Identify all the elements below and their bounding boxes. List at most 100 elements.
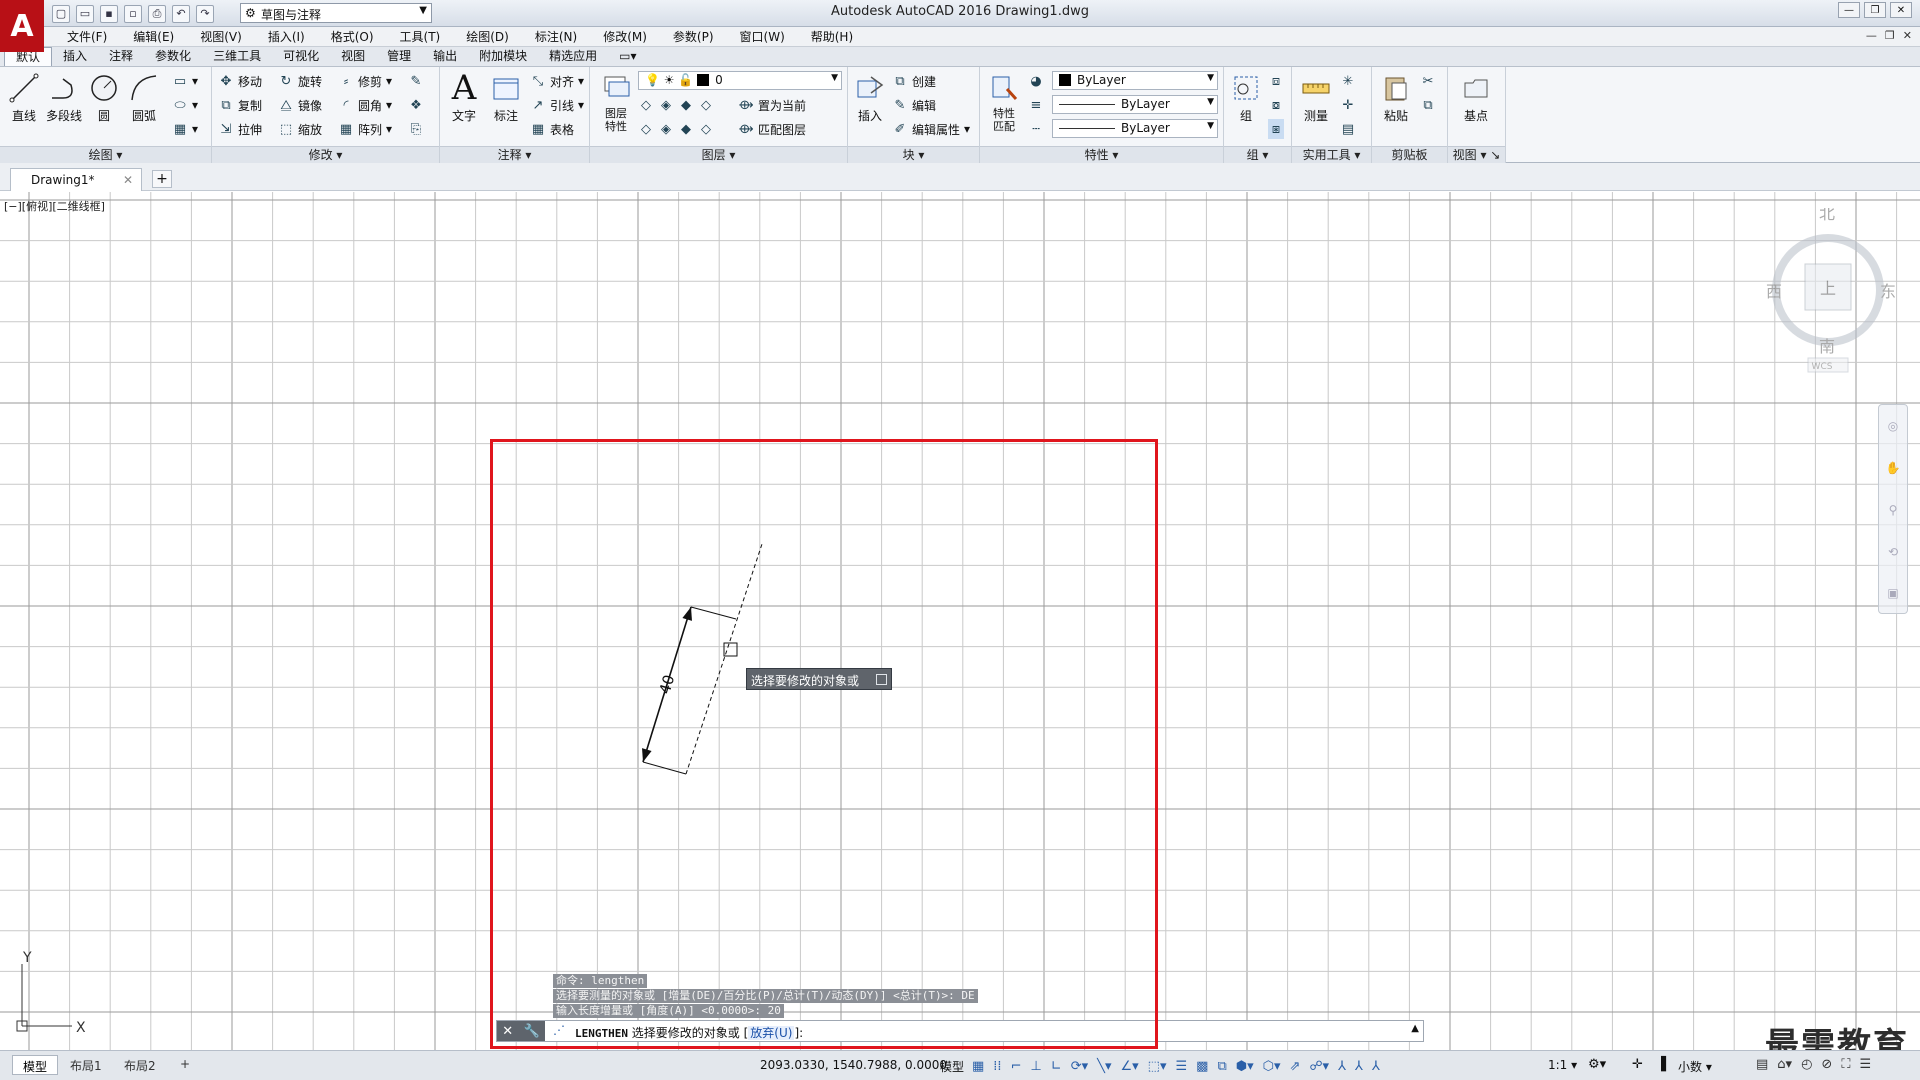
menu-window[interactable]: 窗口(W) <box>727 28 798 45</box>
tab-view[interactable]: 视图 <box>330 47 376 66</box>
dynamic-input-icon[interactable]: ⊥ <box>1030 1059 1041 1074</box>
text-button[interactable]: A 文字 <box>442 68 486 124</box>
panel-view-title[interactable]: 视图 ▾ ↘ <box>1448 146 1505 163</box>
application-menu-button[interactable]: A <box>0 0 44 52</box>
pan-icon[interactable]: ✋ <box>1879 447 1907 489</box>
doc-close-icon[interactable]: ✕ <box>1903 29 1912 42</box>
tab-featured-apps[interactable]: 精选应用 <box>538 47 608 66</box>
lineweight-toggle-icon[interactable]: ☰ <box>1175 1059 1187 1074</box>
compass-north[interactable]: 北 <box>1819 204 1835 223</box>
base-view-button[interactable]: 基点 <box>1454 71 1498 124</box>
menu-draw[interactable]: 绘图(D) <box>453 28 522 45</box>
zoom-icon[interactable]: ⚲ <box>1879 489 1907 531</box>
explode-button[interactable]: ❖ <box>408 95 424 115</box>
close-button[interactable]: ✕ <box>1890 2 1912 18</box>
panel-clipboard-title[interactable]: 剪贴板 <box>1372 146 1447 163</box>
save-as-icon[interactable]: ▫ <box>124 4 142 23</box>
offset-button[interactable]: ⎘ <box>408 119 424 139</box>
erase-button[interactable]: ✎ <box>408 71 424 91</box>
tab-insert[interactable]: 插入 <box>52 47 98 66</box>
compass-east[interactable]: 东 <box>1880 282 1896 301</box>
copy-button[interactable]: ⧉ 复制 <box>218 95 262 115</box>
isolate-objects-icon[interactable]: ◴ <box>1801 1057 1812 1072</box>
redo-icon[interactable]: ↷ <box>196 4 214 23</box>
layer-isolate-icon[interactable]: ◈ <box>658 97 674 113</box>
infer-constraints-icon[interactable]: ⌐ <box>1011 1059 1022 1074</box>
tab-addins[interactable]: 附加模块 <box>468 47 538 66</box>
menu-edit[interactable]: 编辑(E) <box>120 28 187 45</box>
undo-icon[interactable]: ↶ <box>172 4 190 23</box>
hardware-acceleration-icon[interactable]: ⊘ <box>1821 1057 1832 1072</box>
group-button[interactable]: 组 <box>1224 71 1268 124</box>
lineweight-icon-button[interactable]: ≡ <box>1028 95 1044 115</box>
clean-screen-icon[interactable]: ⛶ <box>1841 1057 1850 1072</box>
snap-icon[interactable]: ⁞⁞ <box>993 1059 1001 1074</box>
tab-visualize[interactable]: 可视化 <box>272 47 330 66</box>
polyline-button[interactable]: 多段线 <box>42 71 86 124</box>
copy-clip-button[interactable]: ⧉ <box>1420 95 1436 115</box>
linetype-dropdown[interactable]: ByLayer ▼ <box>1052 119 1218 138</box>
layer-walk-icon[interactable]: ◇ <box>698 121 714 137</box>
navigation-bar[interactable]: ◎ ✋ ⚲ ⟲ ▣ <box>1878 404 1908 614</box>
trim-button[interactable]: ⸗ 修剪 ▾ <box>338 71 392 91</box>
viewcube[interactable]: 北 南 东 西 上 WCS <box>1760 204 1900 378</box>
measure-button[interactable]: 测量 <box>1294 71 1338 124</box>
selection-filter-icon[interactable]: ⇗ <box>1289 1059 1300 1074</box>
gizmo-icon[interactable]: ☍▾ <box>1309 1059 1329 1074</box>
panel-layers-title[interactable]: 图层 ▾ <box>590 146 847 163</box>
paste-button[interactable]: 粘贴 <box>1374 71 1418 124</box>
auto-scale-icon[interactable]: ⅄ <box>1355 1059 1363 1074</box>
panel-properties-title[interactable]: 特性 ▾ <box>980 146 1223 163</box>
panel-draw-title[interactable]: 绘图 ▾ <box>0 146 211 163</box>
circle-button[interactable]: 圆 <box>82 71 126 124</box>
panel-block-title[interactable]: 块 ▾ <box>848 146 979 163</box>
menu-file[interactable]: 文件(F) <box>54 28 120 45</box>
transparency-icon[interactable]: ▩ <box>1196 1059 1208 1074</box>
set-current-button[interactable]: ⟴ 置为当前 <box>738 95 806 115</box>
color-dropdown[interactable]: ByLayer ▼ <box>1052 71 1218 90</box>
tab-output[interactable]: 输出 <box>422 47 468 66</box>
tab-manage[interactable]: 管理 <box>376 47 422 66</box>
polar-tracking-icon[interactable]: ⟳▾ <box>1071 1059 1088 1074</box>
panel-modify-title[interactable]: 修改 ▾ <box>212 146 439 163</box>
layer-freeze-icon[interactable]: ◆ <box>678 97 694 113</box>
group-edit-button[interactable]: ⧇ <box>1268 95 1284 115</box>
hatch-button[interactable]: ⬭ ▾ <box>172 95 198 115</box>
menu-parametric[interactable]: 参数(P) <box>660 28 727 45</box>
leader-button[interactable]: ↗ 引线 ▾ <box>530 95 585 115</box>
align-dim-button[interactable]: ⤡ 对齐 ▾ <box>530 71 584 91</box>
layer-unisolate-icon[interactable]: ◇ <box>638 121 654 137</box>
ribbon-options-icon[interactable]: ▭▾ <box>608 47 647 66</box>
lineweight-dropdown[interactable]: ByLayer ▼ <box>1052 95 1218 114</box>
tooltip-option-icon[interactable] <box>876 674 887 685</box>
model-space-toggle[interactable]: 模型 <box>940 1058 964 1075</box>
isodraft-icon[interactable]: ╲▾ <box>1097 1059 1111 1074</box>
layer-off-icon[interactable]: ◇ <box>638 97 654 113</box>
restore-button[interactable]: ❐ <box>1864 2 1886 18</box>
layout-tab-layout1[interactable]: 布局1 <box>60 1055 112 1075</box>
doc-restore-icon[interactable]: ❐ <box>1885 29 1895 42</box>
layout-tab-layout2[interactable]: 布局2 <box>114 1055 166 1075</box>
panel-utilities-title[interactable]: 实用工具 ▾ <box>1292 146 1371 163</box>
boundary-button[interactable]: ▦ ▾ <box>172 119 198 139</box>
layer-unlock-icon[interactable]: ◆ <box>678 121 694 137</box>
units-icon[interactable]: ▐ <box>1656 1057 1666 1072</box>
lock-ui-icon[interactable]: ⌂▾ <box>1777 1057 1792 1072</box>
command-line[interactable]: ✕ 🔧 ⋰ LENGTHEN 选择要修改的对象或 [放弃(U)]: ▲ <box>496 1020 1424 1042</box>
command-history-toggle-icon[interactable]: ▲ <box>1411 1023 1419 1034</box>
match-properties-button[interactable]: 特性 匹配 <box>982 71 1026 133</box>
drawing-canvas[interactable]: [−][俯视][二维线框] 40 Y X 北 南 东 西 上 WCS ◎ ✋ ⚲… <box>0 192 1920 1050</box>
dimension-button[interactable]: 标注 <box>484 71 528 124</box>
add-layout-icon[interactable]: + <box>170 1055 200 1075</box>
save-icon[interactable]: ▪ <box>100 4 118 23</box>
panel-annotation-title[interactable]: 注释 ▾ <box>440 146 589 163</box>
line-button[interactable]: 直线 <box>2 71 46 124</box>
3d-osnap-icon[interactable]: ⬢▾ <box>1236 1059 1254 1074</box>
menu-modify[interactable]: 修改(M) <box>590 28 660 45</box>
dynamic-ucs-icon[interactable]: ⬡▾ <box>1263 1059 1281 1074</box>
color-wheel-button[interactable]: ◕ <box>1028 71 1044 91</box>
rotate-button[interactable]: ↻ 旋转 <box>278 71 322 91</box>
edit-attributes-button[interactable]: ✐ 编辑属性 ▾ <box>892 119 971 139</box>
layout-tab-model[interactable]: 模型 <box>12 1055 59 1075</box>
menu-help[interactable]: 帮助(H) <box>798 28 866 45</box>
